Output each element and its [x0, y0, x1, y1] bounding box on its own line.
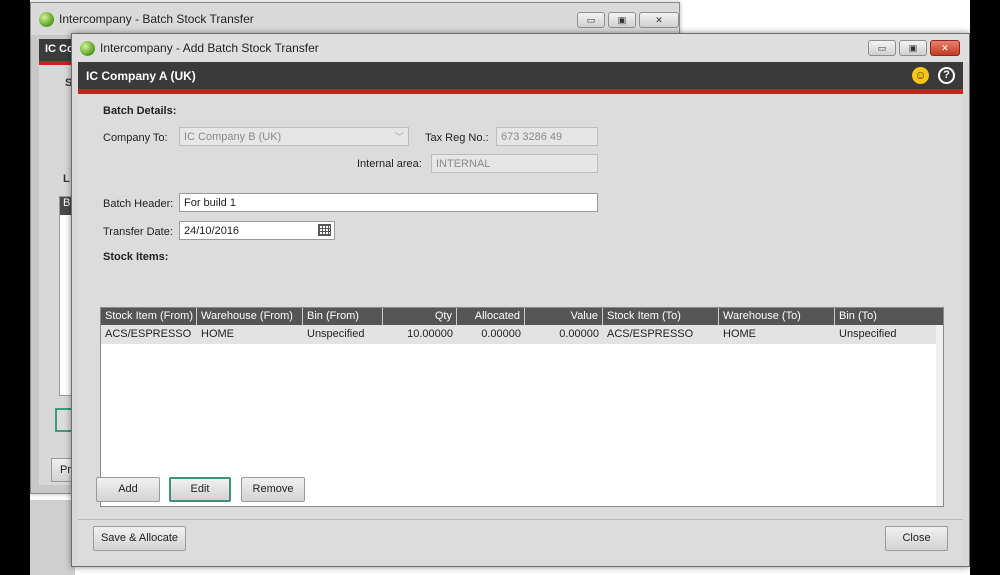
form-content: Batch Details: Company To: IC Company B … [78, 94, 963, 562]
cell-warehouse-from: HOME [201, 328, 234, 340]
restore-icon[interactable]: ▣ [899, 40, 927, 56]
add-button[interactable]: Add [96, 477, 160, 502]
cell-qty: 10.00000 [407, 328, 453, 340]
minimize-icon[interactable]: ▭ [577, 12, 605, 28]
company-to-dropdown[interactable]: IC Company B (UK) ﹀ [179, 127, 409, 146]
edit-button[interactable]: Edit [169, 477, 231, 502]
column-header-value[interactable]: Value [525, 308, 603, 325]
close-icon[interactable]: ✕ [930, 40, 960, 56]
background-label-fragment: L [63, 173, 70, 185]
column-header-bin-to[interactable]: Bin (To) [835, 308, 935, 325]
close-button[interactable]: Close [885, 526, 948, 551]
company-header: IC Company A (UK) ☺ ? [78, 62, 963, 89]
batch-header-input[interactable]: For build 1 [179, 193, 598, 212]
window-controls: ▭ ▣ ✕ [868, 40, 960, 56]
transfer-date-label: Transfer Date: [103, 226, 173, 238]
add-batch-stock-transfer-window[interactable]: Intercompany - Add Batch Stock Transfer … [71, 33, 970, 567]
tax-reg-label: Tax Reg No.: [425, 132, 489, 144]
cell-bin-to: Unspecified [839, 328, 897, 340]
column-header-allocated[interactable]: Allocated [457, 308, 525, 325]
transfer-date-value: 24/10/2016 [184, 225, 240, 237]
grid-scrollbar[interactable] [936, 325, 943, 506]
footer-separator [78, 519, 963, 520]
minimize-icon[interactable]: ▭ [868, 40, 896, 56]
column-header-qty[interactable]: Qty [383, 308, 457, 325]
chevron-down-icon: ﹀ [394, 132, 404, 142]
background-window-controls: ▭ ▣ ✕ [577, 12, 679, 28]
column-header-warehouse-to[interactable]: Warehouse (To) [719, 308, 835, 325]
column-header-bin-from[interactable]: Bin (From) [303, 308, 383, 325]
remove-button[interactable]: Remove [241, 477, 305, 502]
cell-value: 0.00000 [559, 328, 599, 340]
batch-details-title: Batch Details: [103, 105, 177, 117]
column-header-warehouse-from[interactable]: Warehouse (From) [197, 308, 303, 325]
calendar-icon[interactable] [318, 224, 331, 236]
company-name: IC Company A (UK) [86, 69, 196, 83]
app-logo-icon [39, 11, 54, 27]
background-list-header-fragment: B [63, 197, 71, 209]
tax-reg-field[interactable]: 673 3286 49 [496, 127, 598, 146]
grid-header: Stock Item (From) Warehouse (From) Bin (… [101, 308, 943, 325]
column-header-stock-item-to[interactable]: Stock Item (To) [603, 308, 719, 325]
help-icon[interactable]: ? [938, 67, 955, 84]
cell-allocated: 0.00000 [481, 328, 521, 340]
cell-stock-item-to: ACS/ESPRESSO [607, 328, 694, 340]
close-icon[interactable]: ✕ [639, 12, 679, 28]
internal-area-field[interactable]: INTERNAL [431, 154, 598, 173]
restore-icon[interactable]: ▣ [608, 12, 636, 28]
save-allocate-button[interactable]: Save & Allocate [93, 526, 186, 551]
cell-bin-from: Unspecified [307, 328, 365, 340]
app-logo-icon [80, 40, 95, 56]
internal-area-label: Internal area: [357, 158, 422, 170]
transfer-date-input[interactable]: 24/10/2016 [179, 221, 335, 240]
desktop-strip [30, 500, 75, 575]
cell-stock-item-from: ACS/ESPRESSO [105, 328, 192, 340]
batch-header-label: Batch Header: [103, 198, 174, 210]
company-to-label: Company To: [103, 132, 168, 144]
column-header-stock-item-from[interactable]: Stock Item (From) [101, 308, 197, 325]
background-window-title: Intercompany - Batch Stock Transfer [59, 12, 254, 26]
stock-items-title: Stock Items: [103, 251, 169, 263]
smiley-icon[interactable]: ☺ [912, 67, 929, 84]
right-letterbox [970, 0, 1000, 575]
window-titlebar[interactable]: Intercompany - Add Batch Stock Transfer … [72, 34, 969, 62]
left-letterbox [0, 0, 30, 575]
window-title: Intercompany - Add Batch Stock Transfer [100, 41, 319, 55]
cell-warehouse-to: HOME [723, 328, 756, 340]
table-row[interactable]: ACS/ESPRESSO HOME Unspecified 10.00000 0… [101, 325, 943, 344]
background-titlebar[interactable]: Intercompany - Batch Stock Transfer ▭ ▣ … [31, 3, 679, 35]
company-to-value: IC Company B (UK) [184, 131, 282, 143]
